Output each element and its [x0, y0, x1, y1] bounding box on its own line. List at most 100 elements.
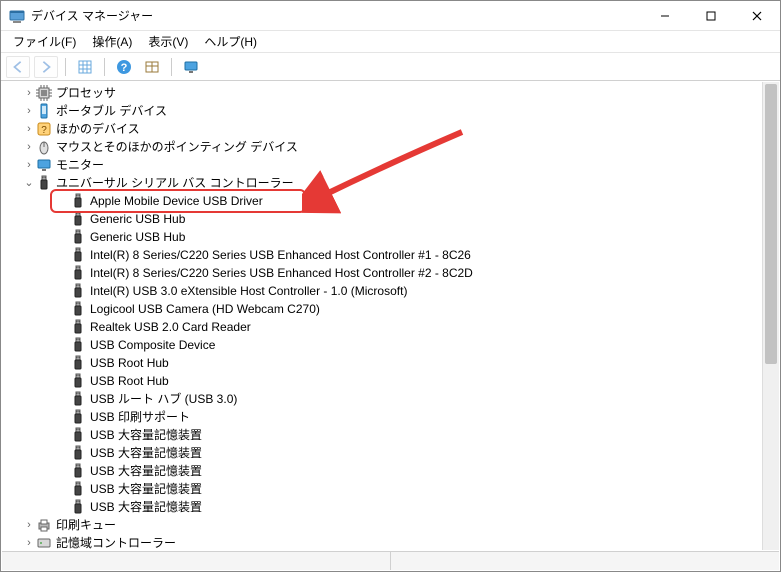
toolbar-help-button[interactable] [112, 56, 136, 78]
window-title: デバイス マネージャー [31, 7, 642, 24]
minimize-button[interactable] [642, 1, 688, 30]
tree-item[interactable]: ›Realtek USB 2.0 Card Reader [10, 318, 762, 336]
tree-item[interactable]: ›Intel(R) 8 Series/C220 Series USB Enhan… [10, 246, 762, 264]
menu-view[interactable]: 表示(V) [140, 31, 196, 52]
tree-item[interactable]: › 印刷キュー [10, 516, 762, 534]
tree-item-label: Generic USB Hub [90, 210, 185, 228]
usb-icon [70, 409, 86, 425]
tree-item-label: ほかのデバイス [56, 120, 140, 138]
toolbar-separator [65, 58, 66, 76]
usb-icon [70, 211, 86, 227]
tree-item[interactable]: ›Intel(R) 8 Series/C220 Series USB Enhan… [10, 264, 762, 282]
mouse-icon [36, 139, 52, 155]
usb-icon [70, 283, 86, 299]
menu-file[interactable]: ファイル(F) [5, 31, 84, 52]
tree-item-label: Intel(R) 8 Series/C220 Series USB Enhanc… [90, 264, 473, 282]
expand-icon[interactable]: › [22, 516, 36, 534]
status-cell [391, 552, 779, 570]
usb-icon [70, 445, 86, 461]
tree-item-label: USB 大容量記憶装置 [90, 498, 202, 516]
toolbar-grid-button[interactable] [73, 56, 97, 78]
tree-item-label: USB Root Hub [90, 354, 169, 372]
tree-item[interactable]: ›USB Root Hub [10, 372, 762, 390]
tree-item[interactable]: › モニター [10, 156, 762, 174]
usb-icon [70, 481, 86, 497]
menu-action[interactable]: 操作(A) [84, 31, 140, 52]
usb-icon [70, 337, 86, 353]
device-tree: ›プロセッサ›ポータブル デバイス›ほかのデバイス›マウスとそのほかのポインティ… [2, 82, 762, 550]
tree-item-label: Logicool USB Camera (HD Webcam C270) [90, 300, 320, 318]
toolbar-forward-button[interactable] [34, 56, 58, 78]
cpu-icon [36, 85, 52, 101]
tree-item[interactable]: ›USB Root Hub [10, 354, 762, 372]
expand-icon[interactable]: › [22, 120, 36, 138]
tree-item[interactable]: ›ポータブル デバイス [10, 102, 762, 120]
menu-help[interactable]: ヘルプ(H) [196, 31, 265, 52]
tree-item-label: USB 大容量記憶装置 [90, 444, 202, 462]
tree-item[interactable]: ›Generic USB Hub [10, 210, 762, 228]
tree-item-label: USB Root Hub [90, 372, 169, 390]
expand-icon[interactable]: › [22, 102, 36, 120]
printer-icon [36, 517, 52, 533]
tree-item-label: 記憶域コントローラー [56, 534, 176, 550]
expand-icon[interactable]: › [22, 156, 36, 174]
usb-icon [36, 175, 52, 191]
tree-item-label: USB ルート ハブ (USB 3.0) [90, 390, 237, 408]
tree-item[interactable]: ›USB Composite Device [10, 336, 762, 354]
app-icon [9, 8, 25, 24]
titlebar: デバイス マネージャー [1, 1, 780, 31]
toolbar-separator [104, 58, 105, 76]
expand-icon[interactable]: › [22, 138, 36, 156]
toolbar-back-button[interactable] [6, 56, 30, 78]
usb-icon [70, 319, 86, 335]
usb-icon [70, 247, 86, 263]
tree-item-label: USB 印刷サポート [90, 408, 190, 426]
unknown-icon [36, 121, 52, 137]
tree-panel: ›プロセッサ›ポータブル デバイス›ほかのデバイス›マウスとそのほかのポインティ… [2, 82, 779, 550]
usb-icon [70, 427, 86, 443]
vertical-scrollbar[interactable] [762, 82, 779, 550]
tree-item[interactable]: ⌄ ユニバーサル シリアル バス コントローラー [10, 174, 762, 192]
close-button[interactable] [734, 1, 780, 30]
expand-icon[interactable]: › [22, 84, 36, 102]
tree-item[interactable]: ›プロセッサ [10, 84, 762, 102]
usb-icon [70, 373, 86, 389]
usb-icon [70, 499, 86, 515]
tree-item[interactable]: ›Intel(R) USB 3.0 eXtensible Host Contro… [10, 282, 762, 300]
toolbar-grid2-button[interactable] [140, 56, 164, 78]
maximize-button[interactable] [688, 1, 734, 30]
tree-item[interactable]: ›USB 大容量記憶装置 [10, 480, 762, 498]
scrollbar-thumb[interactable] [765, 84, 777, 364]
tree-item-label: USB 大容量記憶装置 [90, 480, 202, 498]
tree-item-label: モニター [56, 156, 104, 174]
tree-item-label: Realtek USB 2.0 Card Reader [90, 318, 251, 336]
tree-item[interactable]: ›Generic USB Hub [10, 228, 762, 246]
tree-item[interactable]: › 記憶域コントローラー [10, 534, 762, 550]
tree-item-label: ユニバーサル シリアル バス コントローラー [56, 174, 294, 192]
usb-icon [70, 391, 86, 407]
tree-item[interactable]: ›USB 大容量記憶装置 [10, 426, 762, 444]
tree-item[interactable]: ›Logicool USB Camera (HD Webcam C270) [10, 300, 762, 318]
toolbar-separator [171, 58, 172, 76]
collapse-icon[interactable]: ⌄ [22, 174, 36, 192]
tree-item[interactable]: ›USB 大容量記憶装置 [10, 498, 762, 516]
tree-item-label: USB 大容量記憶装置 [90, 426, 202, 444]
tree-item-label: Intel(R) 8 Series/C220 Series USB Enhanc… [90, 246, 471, 264]
usb-icon [70, 193, 86, 209]
tree-item[interactable]: ›USB 大容量記憶装置 [10, 444, 762, 462]
tree-item-label: 印刷キュー [56, 516, 116, 534]
usb-icon [70, 229, 86, 245]
toolbar-monitors-button[interactable] [179, 56, 203, 78]
tree-item[interactable]: ›USB 大容量記憶装置 [10, 462, 762, 480]
tree-item[interactable]: ›マウスとそのほかのポインティング デバイス [10, 138, 762, 156]
tree-item[interactable]: ›Apple Mobile Device USB Driver [10, 192, 762, 210]
toolbar [1, 53, 780, 81]
usb-icon [70, 265, 86, 281]
tree-item-label: Generic USB Hub [90, 228, 185, 246]
expand-icon[interactable]: › [22, 534, 36, 550]
tree-item[interactable]: › ほかのデバイス [10, 120, 762, 138]
tree-item[interactable]: ›USB 印刷サポート [10, 408, 762, 426]
portable-icon [36, 103, 52, 119]
tree-item[interactable]: ›USB ルート ハブ (USB 3.0) [10, 390, 762, 408]
tree-item-label: USB Composite Device [90, 336, 215, 354]
